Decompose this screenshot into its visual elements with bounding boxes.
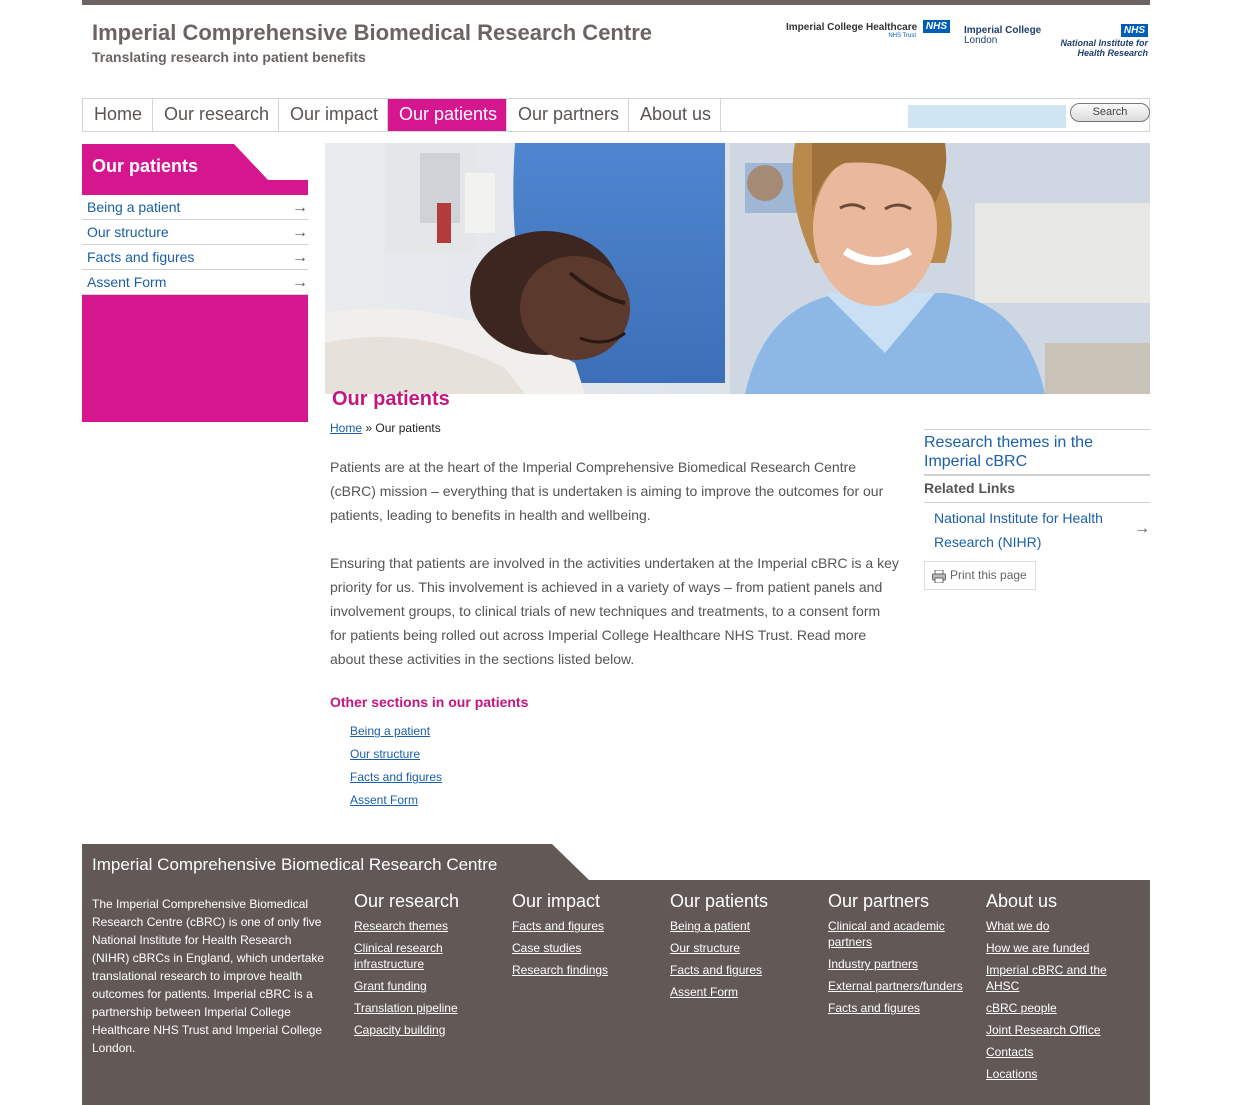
site-title[interactable]: Imperial Comprehensive Biomedical Resear…	[92, 20, 652, 46]
hero-image	[325, 143, 1150, 394]
arrow-right-icon: →	[292, 249, 308, 266]
footer-title: Imperial Comprehensive Biomedical Resear…	[92, 855, 498, 874]
footer-column-heading[interactable]: Our impact	[512, 891, 662, 912]
footer-link[interactable]: Facts and figures	[828, 1000, 978, 1016]
footer-link[interactable]: Facts and figures	[670, 962, 820, 978]
footer-link[interactable]: Research themes	[354, 918, 504, 934]
imperial-college-logo[interactable]: Imperial College London	[964, 26, 1048, 46]
ich-logo-text: Imperial College Healthcare	[786, 22, 918, 33]
footer-link[interactable]: What we do	[986, 918, 1136, 934]
footer-link[interactable]: Facts and figures	[512, 918, 662, 934]
footer-link[interactable]: Locations	[986, 1066, 1136, 1082]
ich-trust-text: NHS Trust	[888, 33, 916, 39]
nav-item-our-impact[interactable]: Our impact	[279, 99, 388, 131]
other-section-being-a-patient[interactable]: Being a patient	[350, 724, 430, 738]
footer-link[interactable]: Capacity building	[354, 1022, 504, 1038]
nav-item-home[interactable]: Home	[83, 99, 153, 131]
footer-link[interactable]: Clinical research infrastructure	[354, 940, 464, 972]
sidebar-header: Our patients	[82, 144, 308, 195]
arrow-right-icon: →	[1134, 520, 1150, 537]
sidebar-item-label: Facts and figures	[87, 249, 195, 265]
sidebar-item-assent-form[interactable]: Assent Form →	[82, 270, 308, 295]
footer-link[interactable]: cBRC people	[986, 1000, 1136, 1016]
sidebar-item-facts-and-figures[interactable]: Facts and figures →	[82, 245, 308, 270]
breadcrumb-current: Our patients	[375, 421, 441, 435]
footer-link[interactable]: Grant funding	[354, 978, 504, 994]
sidebar-item-label: Being a patient	[87, 199, 181, 215]
arrow-right-icon: →	[292, 199, 308, 216]
footer-column-heading[interactable]: Our research	[354, 891, 504, 912]
nihr-logo-line1: National Institute for	[1060, 38, 1149, 48]
footer-link[interactable]: Case studies	[512, 940, 662, 956]
arrow-right-icon: →	[292, 224, 308, 241]
printer-icon	[932, 570, 946, 583]
footer-column-heading[interactable]: Our partners	[828, 891, 978, 912]
hero-photo-illustration	[325, 143, 1150, 394]
other-sections-heading: Other sections in our patients	[330, 694, 529, 710]
sidebar-item-our-structure[interactable]: Our structure →	[82, 220, 308, 245]
footer-link[interactable]: How we are funded	[986, 940, 1136, 956]
other-section-facts-and-figures[interactable]: Facts and figures	[350, 770, 442, 784]
ich-nhs-badge: NHS	[922, 20, 950, 33]
icl-logo-line2: London	[964, 35, 998, 46]
footer-link[interactable]: Imperial cBRC and the AHSC	[986, 962, 1116, 994]
footer-column-heading[interactable]: Our patients	[670, 891, 820, 912]
footer-link[interactable]: Assent Form	[670, 984, 820, 1000]
breadcrumb: Home » Our patients	[330, 421, 441, 435]
section-sidebar: Our patients Being a patient → Our struc…	[82, 144, 308, 422]
page-title: Our patients	[332, 388, 450, 410]
sidebar-item-label: Assent Form	[87, 274, 167, 290]
nihr-link-label: National Institute for Health Research (…	[934, 510, 1103, 550]
footer-link[interactable]: Being a patient	[670, 918, 820, 934]
footer-link[interactable]: Contacts	[986, 1044, 1136, 1060]
footer-column-about-us: About us What we do How we are funded Im…	[986, 891, 1136, 1088]
arrow-right-icon: →	[292, 274, 308, 291]
footer-column-our-impact: Our impact Facts and figures Case studie…	[512, 891, 662, 984]
footer-link[interactable]: Clinical and academic partners	[828, 918, 958, 950]
other-section-assent-form[interactable]: Assent Form	[350, 793, 418, 807]
nav-item-about-us[interactable]: About us	[629, 99, 721, 131]
footer-link[interactable]: Joint Research Office	[986, 1022, 1136, 1038]
footer-tab: Imperial Comprehensive Biomedical Resear…	[82, 844, 590, 881]
main-nav: Home Our research Our impact Our patient…	[82, 98, 1150, 132]
intro-paragraph: Patients are at the heart of the Imperia…	[330, 459, 884, 523]
site-tagline: Translating research into patient benefi…	[92, 49, 366, 65]
footer-link[interactable]: Our structure	[670, 940, 820, 956]
sidebar-item-label: Our structure	[87, 224, 169, 240]
research-themes-link[interactable]: Research themes in the Imperial cBRC	[924, 429, 1150, 476]
involvement-paragraph: Ensuring that patients are involved in t…	[330, 555, 899, 667]
footer-link[interactable]: Industry partners	[828, 956, 978, 972]
nihr-logo[interactable]: NHS National Institute for Health Resear…	[1054, 20, 1148, 58]
sidebar-item-being-a-patient[interactable]: Being a patient →	[82, 195, 308, 220]
nav-item-our-partners[interactable]: Our partners	[507, 99, 629, 131]
print-page-label: Print this page	[950, 568, 1027, 582]
top-bar	[82, 0, 1150, 5]
other-section-our-structure[interactable]: Our structure	[350, 747, 420, 761]
search-input[interactable]	[908, 105, 1066, 128]
footer-link[interactable]: External partners/funders	[828, 978, 978, 994]
footer-column-our-research: Our research Research themes Clinical re…	[354, 891, 504, 1044]
footer-link[interactable]: Research findings	[512, 962, 662, 978]
nav-item-our-research[interactable]: Our research	[153, 99, 279, 131]
footer-link[interactable]: Translation pipeline	[354, 1000, 504, 1016]
nihr-nhs-badge: NHS	[1120, 24, 1148, 37]
breadcrumb-separator: »	[365, 421, 373, 435]
footer-column-our-partners: Our partners Clinical and academic partn…	[828, 891, 978, 1022]
search-button[interactable]: Search	[1070, 103, 1150, 122]
nihr-logo-line2: Health Research	[1077, 48, 1148, 58]
nav-item-our-patients[interactable]: Our patients	[388, 99, 507, 131]
sidebar-title: Our patients	[92, 156, 199, 176]
imperial-healthcare-logo[interactable]: Imperial College Healthcare NHS NHS Trus…	[786, 20, 952, 44]
site-footer: The Imperial Comprehensive Biomedical Re…	[82, 880, 1150, 1105]
footer-about-text: The Imperial Comprehensive Biomedical Re…	[92, 897, 325, 1055]
footer-column-heading[interactable]: About us	[986, 891, 1136, 912]
breadcrumb-home-link[interactable]: Home	[330, 421, 362, 435]
sidebar-decoration	[82, 295, 308, 422]
related-links-heading: Related Links	[924, 480, 1016, 496]
nihr-related-link[interactable]: National Institute for Health Research (…	[924, 502, 1150, 554]
print-page-button[interactable]: Print this page	[924, 561, 1036, 590]
footer-column-our-patients: Our patients Being a patient Our structu…	[670, 891, 820, 1006]
